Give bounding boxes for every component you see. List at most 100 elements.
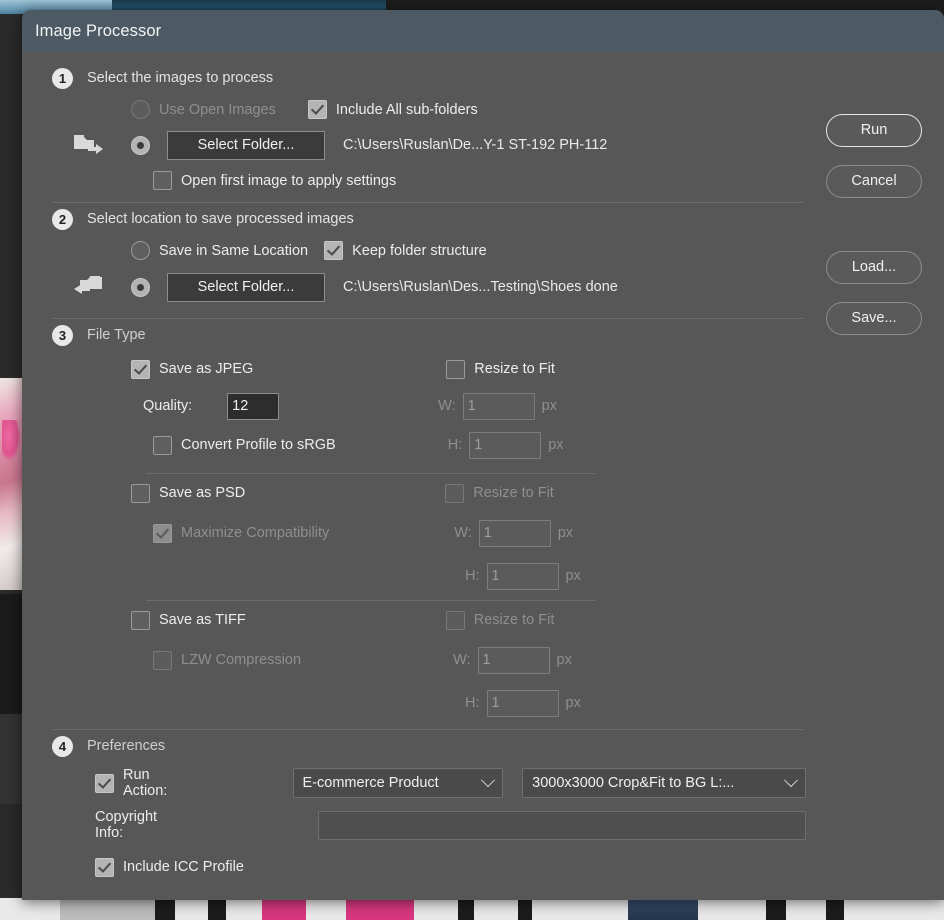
select-folder-button-dest[interactable]: Select Folder...	[167, 272, 325, 302]
select-folder-button-source[interactable]: Select Folder...	[167, 130, 325, 160]
select-folder-radio-source[interactable]	[131, 135, 150, 155]
keep-folder-structure-label: Keep folder structure	[352, 242, 487, 259]
tiff-resize-to-fit-checkbox[interactable]	[445, 610, 465, 630]
load-button[interactable]: Load...	[826, 251, 922, 284]
filmstrip-thumb	[414, 898, 458, 920]
section-1-header: 1 Select the images to process	[38, 62, 806, 94]
action-set-dropdown[interactable]: E-commerce Product	[292, 768, 504, 798]
lzw-compression-label: LZW Compression	[181, 652, 302, 668]
section-3-number: 3	[52, 324, 73, 346]
jpeg-height-prefix: H:	[447, 437, 463, 453]
source-folder-path: C:\Users\Ruslan\De...Y-1 ST-192 PH-112	[343, 137, 608, 153]
action-set-value: E-commerce Product	[302, 775, 439, 791]
filmstrip-thumb	[60, 898, 155, 920]
save-as-psd-label: Save as PSD	[159, 485, 246, 501]
section-3-header: 3 File Type	[38, 319, 806, 351]
tiff-width-prefix: W:	[453, 652, 471, 668]
filmstrip-thumb	[532, 898, 628, 920]
open-first-image-checkbox[interactable]	[153, 171, 172, 190]
use-open-images-radio[interactable]	[131, 100, 150, 119]
open-first-image-label: Open first image to apply settings	[181, 172, 397, 189]
filmstrip-thumb	[766, 898, 786, 920]
psd-width-unit: px	[557, 525, 574, 541]
jpeg-quality-label: Quality:	[143, 398, 193, 414]
tiff-height-input[interactable]	[486, 689, 559, 717]
section-save-location: 2 Select location to save processed imag…	[38, 203, 806, 319]
filmstrip-thumb	[306, 898, 346, 920]
background-filmstrip	[0, 898, 944, 920]
select-folder-radio-dest[interactable]	[131, 277, 150, 297]
cancel-button[interactable]: Cancel	[826, 165, 922, 198]
chevron-down-icon	[783, 773, 799, 788]
save-button[interactable]: Save...	[826, 302, 922, 335]
psd-height-prefix: H:	[465, 568, 480, 584]
dialog-titlebar: Image Processor	[22, 10, 944, 52]
psd-height-input[interactable]	[486, 562, 559, 590]
filmstrip-thumb	[458, 898, 474, 920]
tiff-resize-to-fit-label: Resize to Fit	[473, 612, 555, 628]
tiff-width-input[interactable]	[477, 646, 550, 674]
run-action-checkbox[interactable]	[95, 773, 114, 793]
background-panel	[0, 594, 24, 714]
psd-width-input[interactable]	[478, 519, 551, 547]
filmstrip-thumb	[826, 898, 844, 920]
dialog-body: Run Cancel Load... Save... 1 Select the …	[22, 52, 944, 900]
background-shoe-image	[0, 378, 24, 590]
maximize-compatibility-label: Maximize Compatibility	[181, 525, 330, 541]
filmstrip-thumb	[698, 898, 766, 920]
save-as-tiff-label: Save as TIFF	[159, 612, 246, 628]
maximize-compatibility-checkbox[interactable]	[153, 523, 172, 543]
dialog-action-buttons: Run Cancel Load... Save...	[826, 114, 930, 353]
chevron-down-icon	[481, 773, 496, 788]
save-as-psd-checkbox[interactable]	[131, 483, 150, 503]
section-4-title: Preferences	[87, 738, 166, 754]
background-shoe-highlight	[2, 420, 20, 460]
convert-profile-srgb-label: Convert Profile to sRGB	[181, 437, 336, 453]
save-as-jpeg-checkbox[interactable]	[131, 359, 150, 379]
lzw-compression-checkbox[interactable]	[153, 650, 172, 670]
jpeg-quality-input[interactable]	[227, 392, 280, 420]
action-value: 3000x3000 Crop&Fit to BG L:...	[532, 775, 735, 791]
jpeg-height-input[interactable]	[469, 431, 542, 459]
dest-folder-path: C:\Users\Ruslan\Des...Testing\Shoes done	[343, 279, 618, 295]
tiff-height-prefix: H:	[465, 695, 480, 711]
tiff-height-unit: px	[565, 695, 581, 711]
jpeg-width-prefix: W:	[438, 398, 456, 414]
action-dropdown[interactable]: 3000x3000 Crop&Fit to BG L:...	[522, 768, 807, 798]
section-file-type: 3 File Type Save as JPEG Resize to Fit Q…	[38, 319, 806, 730]
include-icc-profile-checkbox[interactable]	[95, 857, 114, 877]
jpeg-resize-to-fit-label: Resize to Fit	[474, 361, 555, 377]
background-panel-secondary	[0, 714, 24, 804]
include-icc-profile-label: Include ICC Profile	[123, 859, 244, 875]
jpeg-resize-to-fit-checkbox[interactable]	[446, 359, 466, 379]
jpeg-width-input[interactable]	[462, 392, 535, 420]
filmstrip-thumb	[175, 898, 208, 920]
include-subfolders-checkbox[interactable]	[307, 100, 327, 119]
jpeg-width-unit: px	[541, 398, 557, 414]
filmstrip-thumb	[208, 898, 226, 920]
section-2-number: 2	[52, 208, 73, 230]
copyright-info-input[interactable]	[318, 810, 806, 840]
save-as-jpeg-label: Save as JPEG	[159, 361, 254, 377]
dialog-title: Image Processor	[35, 21, 162, 40]
filmstrip-thumb	[474, 898, 518, 920]
folder-export-icon	[72, 134, 110, 156]
section-1-number: 1	[52, 67, 73, 89]
psd-resize-to-fit-label: Resize to Fit	[473, 485, 554, 501]
filmstrip-thumb	[262, 898, 306, 920]
dialog-content: 1 Select the images to process Use Open …	[38, 62, 807, 888]
filmstrip-thumb	[628, 898, 698, 920]
jpeg-height-unit: px	[548, 437, 564, 453]
run-button[interactable]: Run	[826, 114, 922, 147]
save-same-location-radio[interactable]	[131, 241, 150, 260]
filmstrip-thumb	[844, 898, 944, 920]
save-as-tiff-checkbox[interactable]	[131, 610, 150, 630]
convert-profile-srgb-checkbox[interactable]	[153, 435, 172, 455]
tiff-width-unit: px	[556, 652, 572, 668]
section-4-header: 4 Preferences	[38, 730, 806, 762]
filmstrip-thumb	[518, 898, 532, 920]
section-2-title: Select location to save processed images	[87, 211, 354, 227]
section-3-title: File Type	[87, 327, 146, 343]
psd-resize-to-fit-checkbox[interactable]	[445, 483, 465, 503]
keep-folder-structure-checkbox[interactable]	[324, 241, 344, 260]
